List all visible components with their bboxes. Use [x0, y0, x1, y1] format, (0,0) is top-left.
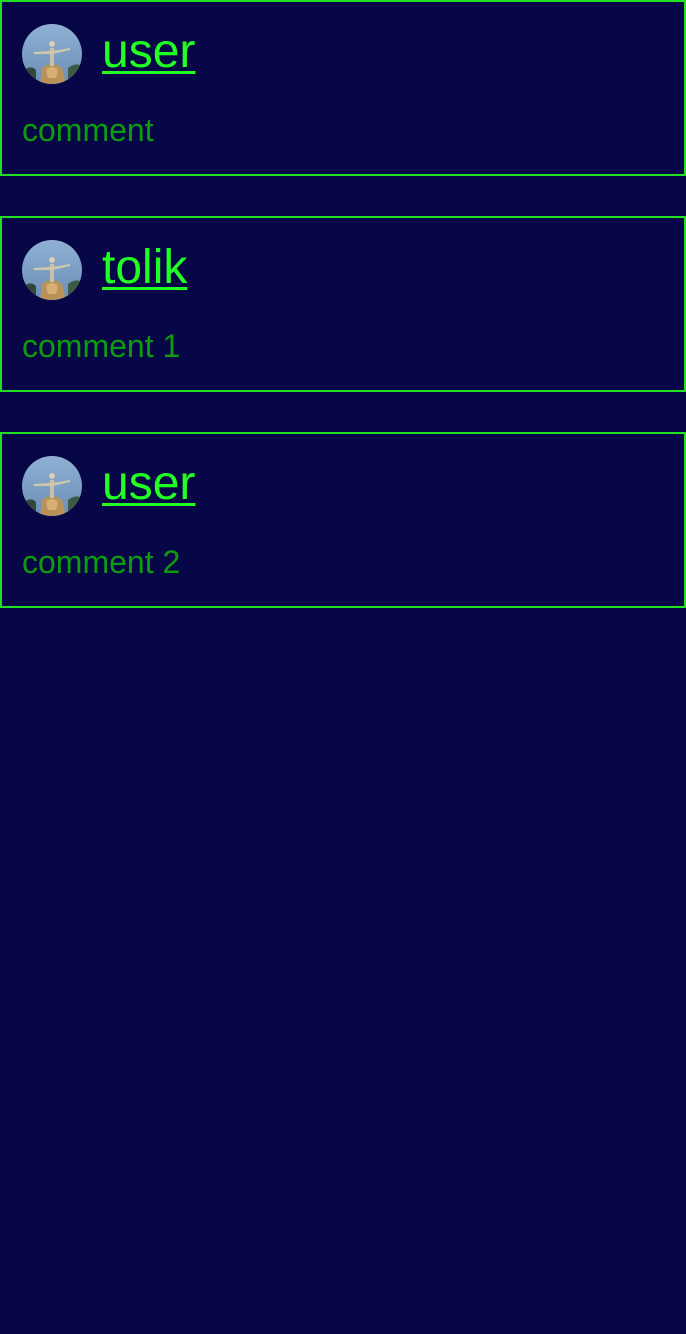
comment-text: comment 2	[22, 544, 181, 580]
comment-header: tolik	[22, 240, 187, 300]
avatar[interactable]	[22, 456, 82, 516]
username-link[interactable]: user	[102, 454, 195, 514]
comment-text: comment 1	[22, 328, 181, 364]
comment-card: user comment 2	[0, 432, 686, 608]
comment-header: user	[22, 24, 195, 84]
comment-card: tolik comment 1	[0, 216, 686, 392]
statue-avatar-icon	[22, 456, 82, 516]
comments-list: user comment tolik comment 1 user commen…	[0, 0, 686, 608]
comment-text: comment	[22, 112, 154, 148]
comment-header: user	[22, 456, 195, 516]
statue-avatar-icon	[22, 24, 82, 84]
username-link[interactable]: tolik	[102, 238, 187, 298]
comment-card: user comment	[0, 0, 686, 176]
username-link[interactable]: user	[102, 22, 195, 82]
statue-avatar-icon	[22, 240, 82, 300]
avatar[interactable]	[22, 24, 82, 84]
avatar[interactable]	[22, 240, 82, 300]
